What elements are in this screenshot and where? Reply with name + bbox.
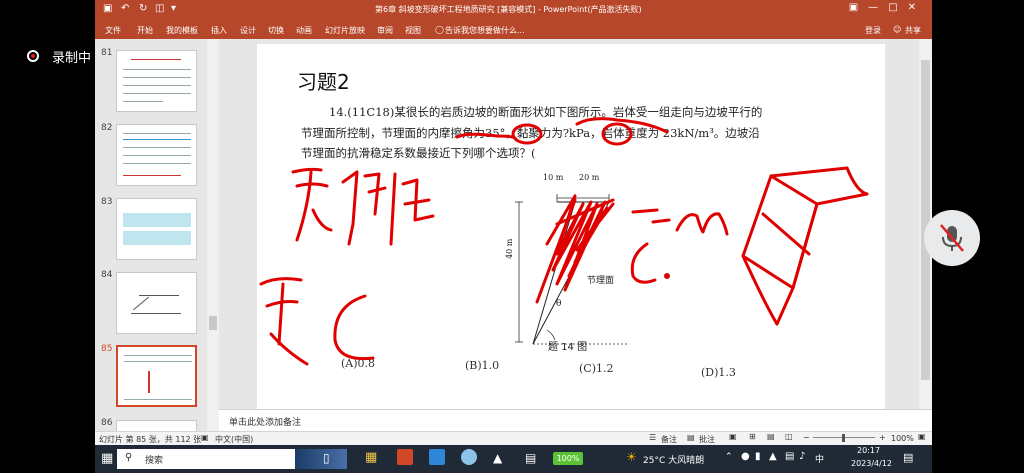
save-icon[interactable]: ▣: [103, 3, 112, 14]
thumb-number: 86: [101, 418, 113, 428]
tab-slideshow[interactable]: 幻灯片放映: [325, 25, 365, 36]
search-highlight-image: [295, 449, 347, 469]
clock-date[interactable]: 2023/4/12: [851, 459, 892, 468]
slide-thumbnail-81[interactable]: [116, 50, 197, 112]
slide-thumbnails-pane: 81 82 83 84 85 86: [95, 39, 207, 434]
thumb-number: 84: [101, 270, 113, 280]
comments-icon[interactable]: ▤: [687, 433, 695, 442]
notification-icon[interactable]: ▤: [903, 451, 913, 464]
start-from-beginning-icon[interactable]: ◫: [155, 3, 164, 14]
ink-annotations: [259, 117, 869, 366]
lightbulb-icon: ◯: [435, 25, 444, 34]
zoom-slider-thumb[interactable]: [842, 434, 845, 442]
weather-text[interactable]: 25°C 大风晴朗: [643, 453, 704, 466]
thumb-number: 82: [101, 123, 113, 133]
tab-transitions[interactable]: 切换: [268, 25, 284, 36]
slide-thumbnail-82[interactable]: [116, 124, 197, 186]
thumb-number: 85: [101, 344, 113, 354]
slideshow-view-icon[interactable]: ◫: [785, 432, 793, 441]
reading-view-icon[interactable]: ▤: [767, 432, 775, 441]
normal-view-icon[interactable]: ▣: [729, 432, 737, 441]
tab-view[interactable]: 视图: [405, 25, 421, 36]
tray-app-icon[interactable]: ●: [741, 451, 750, 462]
thumb-number: 83: [101, 197, 113, 207]
person-icon: ☺: [893, 25, 902, 34]
notes-icon[interactable]: ☰: [649, 433, 656, 442]
login-link[interactable]: 登录: [865, 25, 881, 36]
volume-icon[interactable]: ♪: [799, 451, 805, 462]
ime-indicator[interactable]: 中: [815, 452, 824, 465]
redo-icon[interactable]: ↻: [139, 3, 147, 14]
slide-counter: 幻灯片 第 85 张，共 112 张: [99, 435, 202, 444]
task-view-icon[interactable]: ▯: [323, 451, 330, 465]
window-title: 第6章 斜坡变形破坏工程地质研究 [兼容模式] - PowerPoint(产品激…: [375, 5, 642, 14]
undo-icon[interactable]: ↶: [121, 3, 129, 14]
app-icon-2[interactable]: ▤: [525, 451, 536, 465]
taskbar-search[interactable]: ⚲ 搜索: [117, 449, 347, 469]
tell-me-box[interactable]: 告诉我您想要做什么...: [445, 25, 525, 36]
tab-file[interactable]: 文件: [105, 25, 121, 36]
search-icon: ⚲: [125, 452, 133, 463]
tab-review[interactable]: 审阅: [377, 25, 393, 36]
notes-pane[interactable]: 单击此处添加备注: [219, 409, 932, 431]
spellcheck-icon[interactable]: ▣: [201, 433, 209, 442]
thumbnails-scrollbar[interactable]: [207, 39, 219, 434]
tab-my-templates[interactable]: 我的模板: [166, 25, 198, 36]
slide-sorter-icon[interactable]: ⊞: [749, 432, 756, 441]
language-indicator[interactable]: 中文(中国): [215, 434, 253, 445]
mute-microphone-button[interactable]: [924, 210, 980, 266]
thumb-number: 81: [101, 48, 113, 58]
weather-icon: ☀: [626, 450, 637, 464]
microphone-off-icon: [940, 224, 964, 252]
zoom-in-icon[interactable]: +: [879, 433, 886, 442]
zoom-out-icon[interactable]: −: [803, 433, 810, 442]
clock-time[interactable]: 20:17: [857, 446, 880, 455]
tab-design[interactable]: 设计: [240, 25, 256, 36]
tray-battery-icon[interactable]: ▮: [755, 451, 761, 462]
battery-badge: 100%: [553, 452, 583, 465]
status-bar: 幻灯片 第 85 张，共 112 张 ▣ 中文(中国) ☰ 备注 ▤ 批注 ▣ …: [95, 431, 932, 445]
windows-start-icon[interactable]: ▦: [101, 451, 113, 466]
record-icon[interactable]: [27, 50, 39, 62]
network-icon[interactable]: ▤: [785, 451, 794, 462]
tab-insert[interactable]: 插入: [211, 25, 227, 36]
ribbon-tabs: 文件 开始 我的模板 插入 设计 切换 动画 幻灯片放映 审阅 视图 ◯ 告诉我…: [95, 21, 932, 39]
thumbnails-scroll-thumb[interactable]: [209, 316, 217, 330]
taskbar: ▦ ⚲ 搜索 ▯ ▦ ▲ ▤ 100% ☀ 25°C 大风晴朗 ⌃ ● ▮ ▲ …: [95, 445, 932, 473]
customize-quick-access-icon[interactable]: ▾: [171, 3, 176, 14]
app-avatar-icon[interactable]: [461, 449, 477, 465]
photos-icon[interactable]: [429, 449, 445, 465]
zoom-level[interactable]: 100%: [891, 434, 914, 443]
screen-recorder-strip: [0, 0, 95, 473]
tab-home[interactable]: 开始: [137, 25, 153, 36]
comments-button[interactable]: 批注: [699, 434, 715, 445]
notes-placeholder[interactable]: 单击此处添加备注: [229, 415, 301, 428]
tab-animations[interactable]: 动画: [296, 25, 312, 36]
tray-chevron-icon[interactable]: ⌃: [725, 452, 733, 462]
recording-label: 录制中: [52, 51, 92, 66]
window-controls[interactable]: ▣—□✕: [849, 2, 926, 13]
tray-app-icon-2[interactable]: ▲: [769, 451, 777, 462]
notes-button[interactable]: 备注: [661, 434, 677, 445]
powerpoint-icon[interactable]: [397, 449, 413, 465]
title-bar: ▣ ↶ ↻ ◫ ▾ 第6章 斜坡变形破坏工程地质研究 [兼容模式] - Powe…: [95, 0, 932, 21]
search-placeholder: 搜索: [145, 456, 164, 466]
slide-thumbnail-84[interactable]: [116, 272, 197, 334]
share-button[interactable]: 共享: [905, 25, 921, 36]
slide-thumbnail-85[interactable]: [116, 345, 197, 407]
slide-thumbnail-83[interactable]: [116, 198, 197, 260]
file-explorer-icon[interactable]: ▦: [365, 450, 377, 465]
fit-slide-icon[interactable]: ▣: [918, 432, 926, 441]
current-slide[interactable]: 习题2 14.(11C18)某很长的岩质边坡的断面形状如下图所示。岩体受一组走向…: [257, 44, 885, 409]
app-icon[interactable]: ▲: [493, 451, 502, 465]
